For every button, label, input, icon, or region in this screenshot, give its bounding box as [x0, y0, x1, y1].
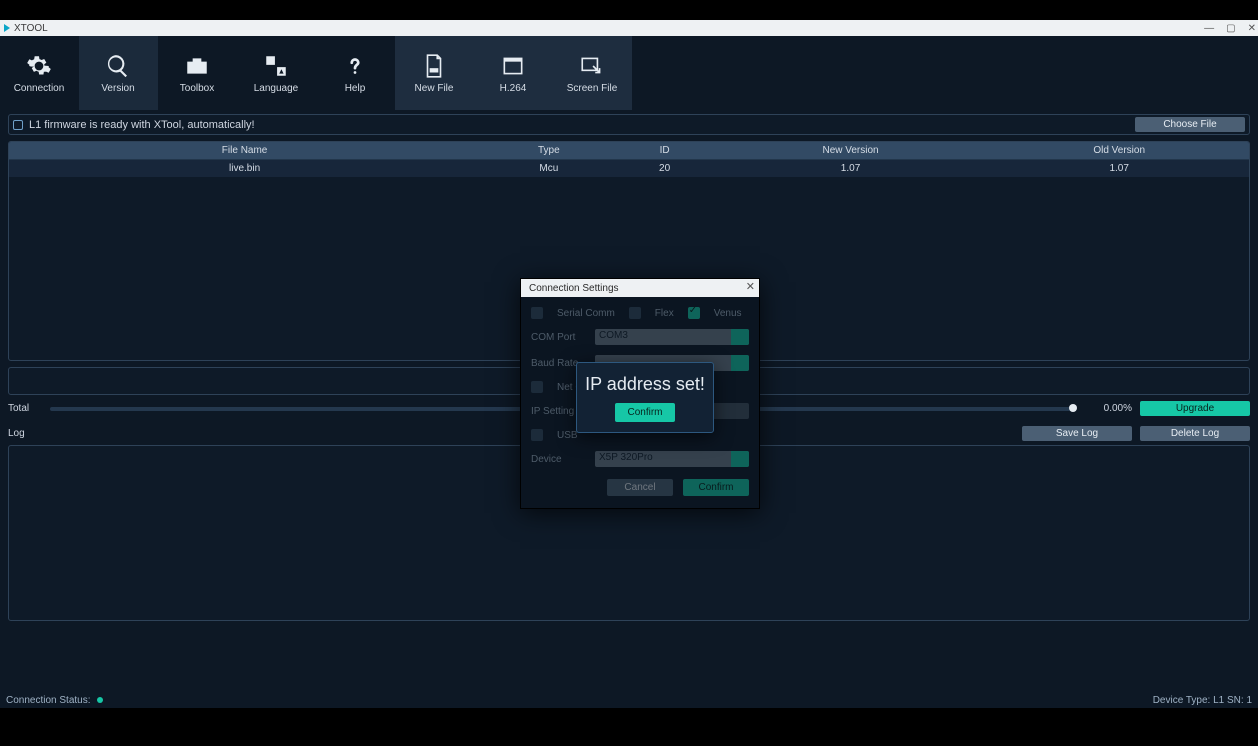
- alert-confirm-button[interactable]: Confirm: [615, 403, 674, 422]
- alert-message: IP address set!: [583, 373, 707, 395]
- language-icon: [263, 53, 289, 79]
- toolbar-label: H.264: [500, 83, 527, 94]
- com-port-value: COM3: [599, 330, 628, 341]
- toolbar-label: Language: [254, 83, 299, 94]
- col-new-version: New Version: [712, 142, 990, 160]
- status-right: Device Type: L1 SN: 1: [1153, 695, 1252, 706]
- app-logo-icon: [4, 24, 10, 32]
- usb-label: USB: [557, 430, 578, 441]
- dialog-close-button[interactable]: ✕: [746, 280, 755, 293]
- delete-log-button[interactable]: Delete Log: [1140, 426, 1250, 441]
- chevron-down-icon: [731, 329, 749, 345]
- chevron-down-icon: [731, 355, 749, 371]
- close-button[interactable]: ✕: [1248, 23, 1256, 34]
- search-icon: [105, 53, 131, 79]
- toolbar-new-file[interactable]: New File: [395, 36, 474, 110]
- toolbar-version[interactable]: Version: [79, 36, 158, 110]
- progress-thumb: [1069, 404, 1077, 412]
- screen-file-icon: [579, 53, 605, 79]
- col-id: ID: [617, 142, 711, 160]
- main-toolbar: Connection Version Toolbox Language Help…: [0, 36, 1258, 110]
- status-left: Connection Status:: [6, 695, 103, 706]
- progress-label: Total: [8, 403, 42, 414]
- banner-icon: [13, 120, 23, 130]
- cell-type: Mcu: [480, 160, 617, 178]
- top-letterbox: [0, 0, 1258, 20]
- dialog-cancel-button[interactable]: Cancel: [607, 479, 673, 496]
- save-log-button[interactable]: Save Log: [1022, 426, 1132, 441]
- venus-checkbox[interactable]: [688, 307, 700, 319]
- progress-value: 0.00%: [1082, 403, 1132, 414]
- toolbar-label: Connection: [14, 83, 65, 94]
- toolbar-help[interactable]: Help: [316, 36, 395, 110]
- com-port-label: COM Port: [531, 332, 587, 343]
- choose-file-button[interactable]: Choose File: [1135, 117, 1245, 132]
- com-port-select[interactable]: COM3: [595, 329, 749, 345]
- flex-label: Flex: [655, 308, 674, 319]
- cell-newv: 1.07: [712, 160, 990, 178]
- dialog-title: Connection Settings: [529, 283, 619, 294]
- minimize-button[interactable]: —: [1204, 23, 1214, 34]
- app-body: Connection Version Toolbox Language Help…: [0, 36, 1258, 708]
- window-titlebar: XTOOL — ▢ ✕: [0, 20, 1258, 36]
- toolbox-icon: [184, 53, 210, 79]
- upgrade-button[interactable]: Upgrade: [1140, 401, 1250, 416]
- maximize-button[interactable]: ▢: [1226, 23, 1235, 34]
- dialog-confirm-button[interactable]: Confirm: [683, 479, 749, 496]
- help-icon: [342, 53, 368, 79]
- toolbar-label: New File: [415, 83, 454, 94]
- log-label: Log: [8, 428, 1014, 439]
- firmware-banner: L1 firmware is ready with XTool, automat…: [8, 114, 1250, 135]
- gear-icon: [26, 53, 52, 79]
- video-icon: [500, 53, 526, 79]
- toolbar-label: Toolbox: [180, 83, 214, 94]
- device-select[interactable]: X5P 320Pro: [595, 451, 749, 467]
- table-row[interactable]: live.bin Mcu 20 1.07 1.07: [9, 160, 1249, 178]
- usb-checkbox[interactable]: [531, 429, 543, 441]
- status-dot-icon: [97, 697, 103, 703]
- chevron-down-icon: [731, 451, 749, 467]
- venus-label: Venus: [714, 308, 742, 319]
- status-left-label: Connection Status:: [6, 695, 91, 706]
- toolbar-label: Version: [101, 83, 134, 94]
- cell-file: live.bin: [9, 160, 480, 178]
- banner-text: L1 firmware is ready with XTool, automat…: [29, 119, 255, 131]
- device-label: Device: [531, 454, 587, 465]
- table-header-row: File Name Type ID New Version Old Versio…: [9, 142, 1249, 160]
- status-bar: Connection Status: Device Type: L1 SN: 1: [0, 692, 1258, 708]
- file-icon: [421, 53, 447, 79]
- toolbar-label: Help: [345, 83, 366, 94]
- device-value: X5P 320Pro: [599, 452, 653, 463]
- cell-id: 20: [617, 160, 711, 178]
- col-old-version: Old Version: [989, 142, 1249, 160]
- toolbar-label: Screen File: [567, 83, 618, 94]
- col-file-name: File Name: [9, 142, 480, 160]
- dialog-titlebar[interactable]: Connection Settings ✕: [521, 279, 759, 297]
- toolbar-language[interactable]: Language: [237, 36, 316, 110]
- toolbar-toolbox[interactable]: Toolbox: [158, 36, 237, 110]
- toolbar-screen-file[interactable]: Screen File: [553, 36, 632, 110]
- toolbar-h264[interactable]: H.264: [474, 36, 553, 110]
- net-c-checkbox[interactable]: [531, 381, 543, 393]
- bottom-letterbox: [0, 708, 1258, 746]
- flex-checkbox[interactable]: [629, 307, 641, 319]
- cell-oldv: 1.07: [989, 160, 1249, 178]
- col-type: Type: [480, 142, 617, 160]
- toolbar-connection[interactable]: Connection: [0, 36, 79, 110]
- window-title: XTOOL: [14, 23, 48, 34]
- ip-set-alert: IP address set! Confirm: [576, 362, 714, 433]
- serial-comm-checkbox[interactable]: [531, 307, 543, 319]
- serial-comm-label: Serial Comm: [557, 308, 615, 319]
